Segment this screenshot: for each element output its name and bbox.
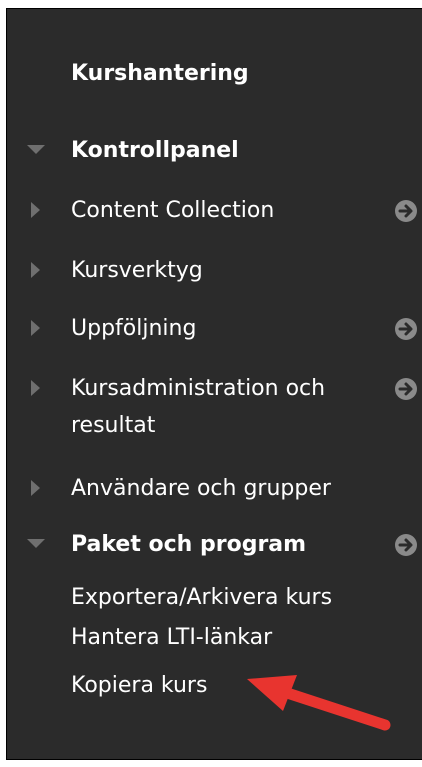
menu-item-course-administration[interactable]: Kursadministration och resultat [7, 371, 422, 451]
menu-item-label: Paket och program [71, 532, 307, 557]
menu-item-label-line2: resultat [71, 413, 156, 438]
triangle-right-icon [31, 202, 40, 218]
triangle-down-icon [27, 145, 45, 154]
triangle-right-icon [31, 262, 40, 278]
red-pointer-arrow [247, 675, 391, 731]
menu-item-label: Content Collection [71, 198, 275, 223]
circle-arrow-right-icon[interactable] [395, 534, 417, 556]
triangle-right-icon [31, 480, 40, 496]
menu-item-label: Kursverktyg [71, 258, 203, 283]
link-copy-course[interactable]: Kopiera kurs [71, 673, 207, 698]
link-export-archive-course[interactable]: Exportera/Arkivera kurs [71, 585, 332, 610]
menu-item-label: Användare och grupper [71, 476, 331, 501]
panel-title: Kurshantering [71, 61, 249, 86]
menu-item-label-line1: Kursadministration och [71, 376, 326, 401]
circle-arrow-right-icon[interactable] [395, 378, 417, 400]
circle-arrow-right-icon[interactable] [395, 318, 417, 340]
triangle-right-icon [31, 380, 40, 396]
course-management-panel: Kurshantering Kontrollpanel Content Coll… [6, 8, 422, 760]
link-manage-lti-links[interactable]: Hantera LTI-länkar [71, 625, 272, 650]
control-panel-label: Kontrollpanel [71, 138, 239, 163]
triangle-right-icon [31, 320, 40, 336]
circle-arrow-right-icon[interactable] [395, 200, 417, 222]
menu-item-label: Uppföljning [71, 316, 197, 341]
triangle-down-icon [27, 539, 45, 548]
